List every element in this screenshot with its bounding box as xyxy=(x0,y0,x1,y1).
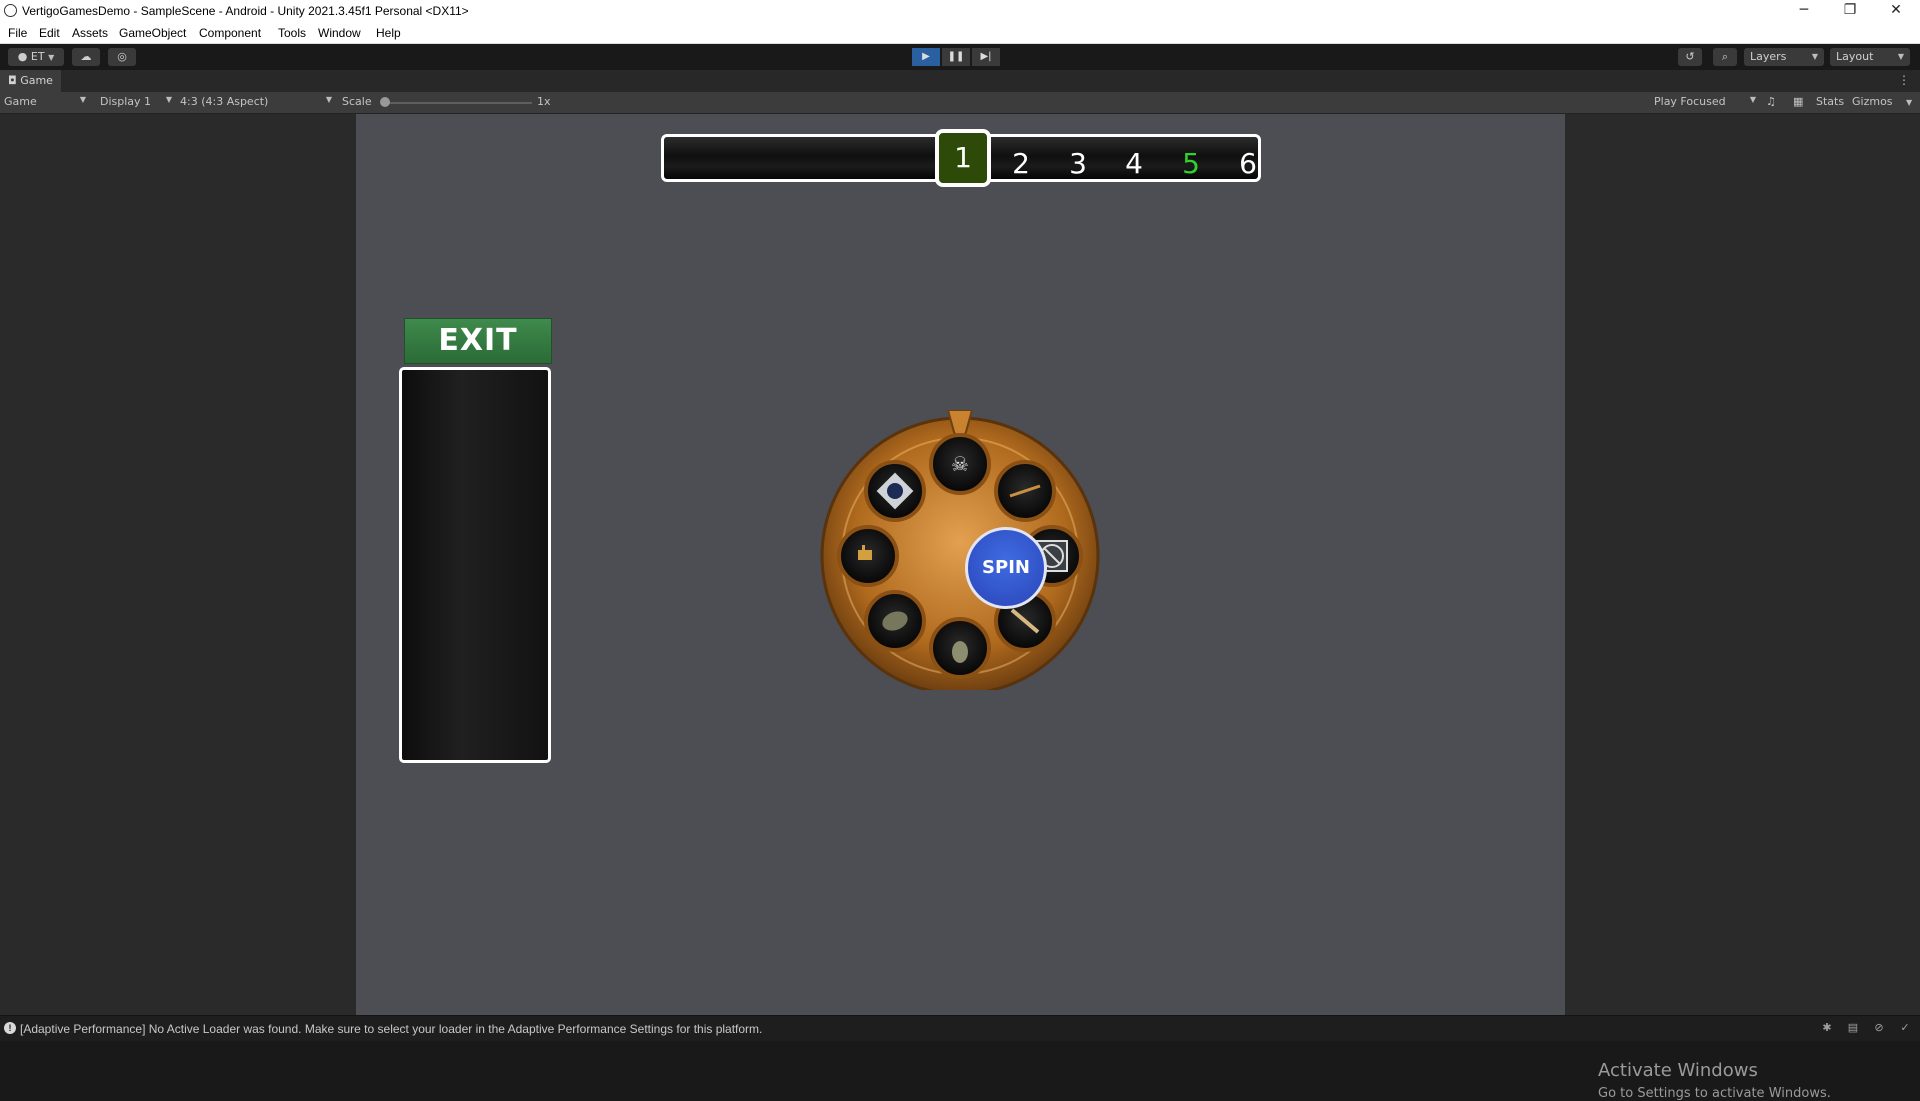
pause-icon[interactable]: ❚❚ xyxy=(942,48,970,66)
menu-tools[interactable]: Tools xyxy=(278,26,306,40)
svg-text:☠: ☠ xyxy=(951,452,969,476)
activate-windows-subtitle: Go to Settings to activate Windows. xyxy=(1598,1086,1831,1101)
history-icon[interactable]: ↺ xyxy=(1678,48,1702,66)
gamepad-icon: ◘ xyxy=(8,74,17,87)
chevron-down-icon: ▼ xyxy=(1897,52,1904,61)
cloud-icon[interactable]: ☁ xyxy=(72,48,100,66)
aspect-dropdown[interactable]: 4:3 (4:3 Aspect) ▼ xyxy=(180,95,332,108)
restore-button[interactable]: ❐ xyxy=(1828,0,1872,22)
exit-button[interactable]: EXIT xyxy=(404,318,552,364)
chevron-down-icon: ▼ xyxy=(79,95,86,104)
debug-icon[interactable]: ✱ xyxy=(1820,1022,1834,1034)
play-focused-dropdown[interactable]: Play Focused ▼ xyxy=(1654,95,1756,108)
scale-value: 1x xyxy=(537,95,551,108)
layers-label: Layers xyxy=(1750,50,1787,63)
close-button[interactable]: ✕ xyxy=(1874,0,1918,22)
layers-dropdown[interactable]: Layers ▼ xyxy=(1744,48,1824,66)
mode-label: Game xyxy=(4,95,37,108)
wheel-slot-rifle xyxy=(994,460,1056,522)
mute-audio-icon[interactable]: ♫ xyxy=(1766,95,1776,108)
window-title: VertigoGamesDemo - SampleScene - Android… xyxy=(22,4,469,18)
spin-wheel: ☠ xyxy=(820,410,1100,690)
chevron-down-icon: ▼ xyxy=(1749,95,1756,104)
wheel-slot-skull: ☠ xyxy=(929,433,991,495)
zone-number[interactable]: 2 xyxy=(1001,147,1041,180)
wheel-slot-ammo xyxy=(837,525,899,587)
menu-gameobject[interactable]: GameObject xyxy=(119,26,186,40)
menu-help[interactable]: Help xyxy=(376,26,401,40)
minimize-button[interactable]: ─ xyxy=(1782,0,1826,22)
unity-logo-icon xyxy=(4,4,17,17)
chevron-down-icon: ▼ xyxy=(48,53,55,62)
menu-component[interactable]: Component xyxy=(199,26,261,40)
spin-button[interactable]: SPIN xyxy=(965,527,1047,609)
chevron-down-icon: ▼ xyxy=(1811,52,1818,61)
main-toolbar: ● ET ▼ ☁ ◎ ▶ ❚❚ ▶| ↺ ⌕ Layers ▼ Layout ▼ xyxy=(0,44,1920,70)
stats-button[interactable]: Stats xyxy=(1816,95,1844,108)
scale-slider-handle[interactable] xyxy=(380,97,390,107)
layout-label: Layout xyxy=(1836,50,1874,63)
console-message[interactable]: [Adaptive Performance] No Active Loader … xyxy=(20,1022,762,1036)
account-dropdown[interactable]: ● ET ▼ xyxy=(8,48,64,66)
reward-panel xyxy=(399,367,551,763)
more-options-icon[interactable]: ⋮ xyxy=(1898,73,1910,87)
chevron-down-icon: ▼ xyxy=(325,95,332,104)
scale-label: Scale xyxy=(342,95,372,108)
display-dropdown[interactable]: Display 1 ▼ xyxy=(100,95,172,108)
zone-number[interactable]: 3 xyxy=(1058,147,1098,180)
menu-file[interactable]: File xyxy=(8,26,27,40)
chevron-down-icon: ▼ xyxy=(165,95,172,104)
cache-icon[interactable]: ▤ xyxy=(1846,1022,1860,1034)
game-view-toolbar: Game ▼ Display 1 ▼ 4:3 (4:3 Aspect) ▼ Sc… xyxy=(0,92,1920,114)
tab-label: Game xyxy=(20,74,53,87)
layout-dropdown[interactable]: Layout ▼ xyxy=(1830,48,1910,66)
search-icon[interactable]: ⌕ xyxy=(1713,48,1737,66)
zone-number[interactable]: 6 xyxy=(1228,147,1268,180)
status-bar: ! [Adaptive Performance] No Active Loade… xyxy=(0,1015,1920,1041)
wheel-slot-cooldown xyxy=(864,460,926,522)
info-icon: ! xyxy=(4,1022,16,1034)
gizmos-button[interactable]: Gizmos xyxy=(1852,95,1893,108)
display-label: Display 1 xyxy=(100,95,152,108)
zone-progress-bar: 1 2 3 4 5 6 xyxy=(661,129,1261,187)
tab-game[interactable]: ◘ Game xyxy=(0,70,61,92)
network-icon[interactable]: ⊘ xyxy=(1872,1022,1886,1034)
menu-bar: File Edit Assets GameObject Component To… xyxy=(0,22,1920,44)
wheel-slot-grenade xyxy=(864,590,926,652)
wheel-slot-grenade-hand xyxy=(929,617,991,679)
zone-number[interactable]: 4 xyxy=(1114,147,1154,180)
step-icon[interactable]: ▶| xyxy=(972,48,1000,66)
mode-dropdown[interactable]: Game ▼ xyxy=(4,95,86,108)
menu-edit[interactable]: Edit xyxy=(39,26,60,40)
play-icon[interactable]: ▶ xyxy=(912,48,940,66)
menu-assets[interactable]: Assets xyxy=(72,26,108,40)
game-canvas: 1 2 3 4 5 6 EXIT ☠ SPIN xyxy=(356,114,1565,1015)
aspect-label: 4:3 (4:3 Aspect) xyxy=(180,95,269,108)
chevron-down-icon[interactable]: ▼ xyxy=(1906,98,1912,107)
tab-bar: ◘ Game ⋮ xyxy=(0,70,1920,92)
zone-number-highlight[interactable]: 5 xyxy=(1171,147,1211,180)
title-bar: VertigoGamesDemo - SampleScene - Android… xyxy=(0,0,1920,22)
activate-windows-title: Activate Windows xyxy=(1598,1060,1758,1081)
menu-window[interactable]: Window xyxy=(318,26,361,40)
play-focused-label: Play Focused xyxy=(1654,95,1726,108)
zone-active[interactable]: 1 xyxy=(935,129,991,187)
check-icon[interactable]: ✓ xyxy=(1898,1022,1912,1034)
collab-icon[interactable]: ◎ xyxy=(108,48,136,66)
account-label: ET xyxy=(30,50,45,63)
grid-icon[interactable]: ▦ xyxy=(1793,95,1803,108)
scale-slider-track[interactable] xyxy=(384,102,532,104)
account-icon: ● xyxy=(17,50,28,63)
